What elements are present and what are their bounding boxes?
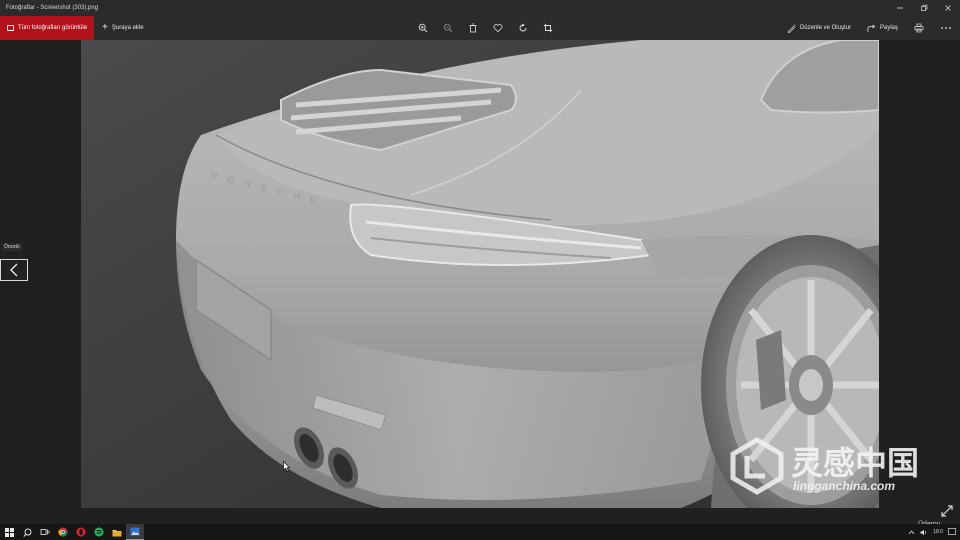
notifications-icon[interactable] [948, 528, 956, 536]
zoom-in-icon[interactable] [410, 16, 435, 40]
crop-icon[interactable] [535, 16, 560, 40]
edit-create-button[interactable]: Düzenle ve Oluştur [779, 16, 859, 40]
file-explorer-icon[interactable] [108, 524, 126, 540]
print-button[interactable] [906, 16, 932, 40]
more-icon [941, 27, 951, 29]
photos-app-icon[interactable] [126, 524, 144, 540]
watermark-logo-icon [730, 437, 784, 495]
plus-icon: + [102, 22, 108, 33]
search-icon[interactable] [18, 524, 36, 540]
rotate-icon[interactable] [510, 16, 535, 40]
app-toolbar: Tüm fotoğrafları görüntüle + Şuraya ekle [0, 16, 960, 40]
close-icon[interactable] [936, 0, 960, 16]
minimize-icon[interactable] [888, 0, 912, 16]
spotify-icon[interactable] [90, 524, 108, 540]
previous-tooltip: Önceki [2, 243, 22, 251]
previous-button[interactable] [0, 259, 28, 281]
maximize-icon[interactable] [912, 0, 936, 16]
center-tools [410, 16, 560, 40]
share-icon [867, 24, 876, 32]
watermark-brand: 灵感中国 [791, 444, 920, 482]
favorite-icon[interactable] [485, 16, 510, 40]
windows-taskbar: 18:0 [0, 524, 960, 540]
delete-icon[interactable] [460, 16, 485, 40]
chevron-left-icon [10, 263, 18, 277]
task-view-icon[interactable] [36, 524, 54, 540]
view-all-photos-label: Tüm fotoğrafları görüntüle [18, 25, 88, 31]
share-label: Paylaş [879, 25, 898, 31]
right-tools: Düzenle ve Oluştur Paylaş [779, 16, 960, 40]
edit-create-label: Düzenle ve Oluştur [799, 25, 851, 31]
print-icon [914, 23, 924, 33]
watermark: 灵感中国 lingganchina.com [727, 432, 937, 502]
system-tray: 18:0 [908, 524, 956, 540]
more-button[interactable] [932, 16, 960, 40]
title-bar[interactable]: Fotoğraflar - Screenshot (303).png [0, 0, 960, 16]
clock[interactable]: 18:0 [933, 529, 943, 535]
chevron-up-icon[interactable] [908, 529, 915, 535]
watermark-url: lingganchina.com [793, 479, 896, 493]
add-to-label: Şuraya ekle [111, 25, 144, 31]
edit-create-icon [787, 24, 796, 33]
windows-start-icon[interactable] [0, 524, 18, 540]
volume-icon[interactable] [920, 529, 928, 536]
add-to-button[interactable]: + Şuraya ekle [94, 16, 152, 40]
mouse-cursor-icon [283, 461, 291, 472]
chrome-icon[interactable] [54, 524, 72, 540]
photos-app-window: Fotoğraflar - Screenshot (303).png Tüm f… [0, 0, 960, 524]
photo-icon [7, 25, 14, 31]
expand-icon[interactable] [940, 504, 954, 518]
opera-icon[interactable] [72, 524, 90, 540]
zoom-out-icon[interactable] [435, 16, 460, 40]
view-all-photos-button[interactable]: Tüm fotoğrafları görüntüle [0, 16, 95, 40]
window-title: Fotoğraflar - Screenshot (303).png [6, 5, 99, 11]
share-button[interactable]: Paylaş [859, 16, 906, 40]
